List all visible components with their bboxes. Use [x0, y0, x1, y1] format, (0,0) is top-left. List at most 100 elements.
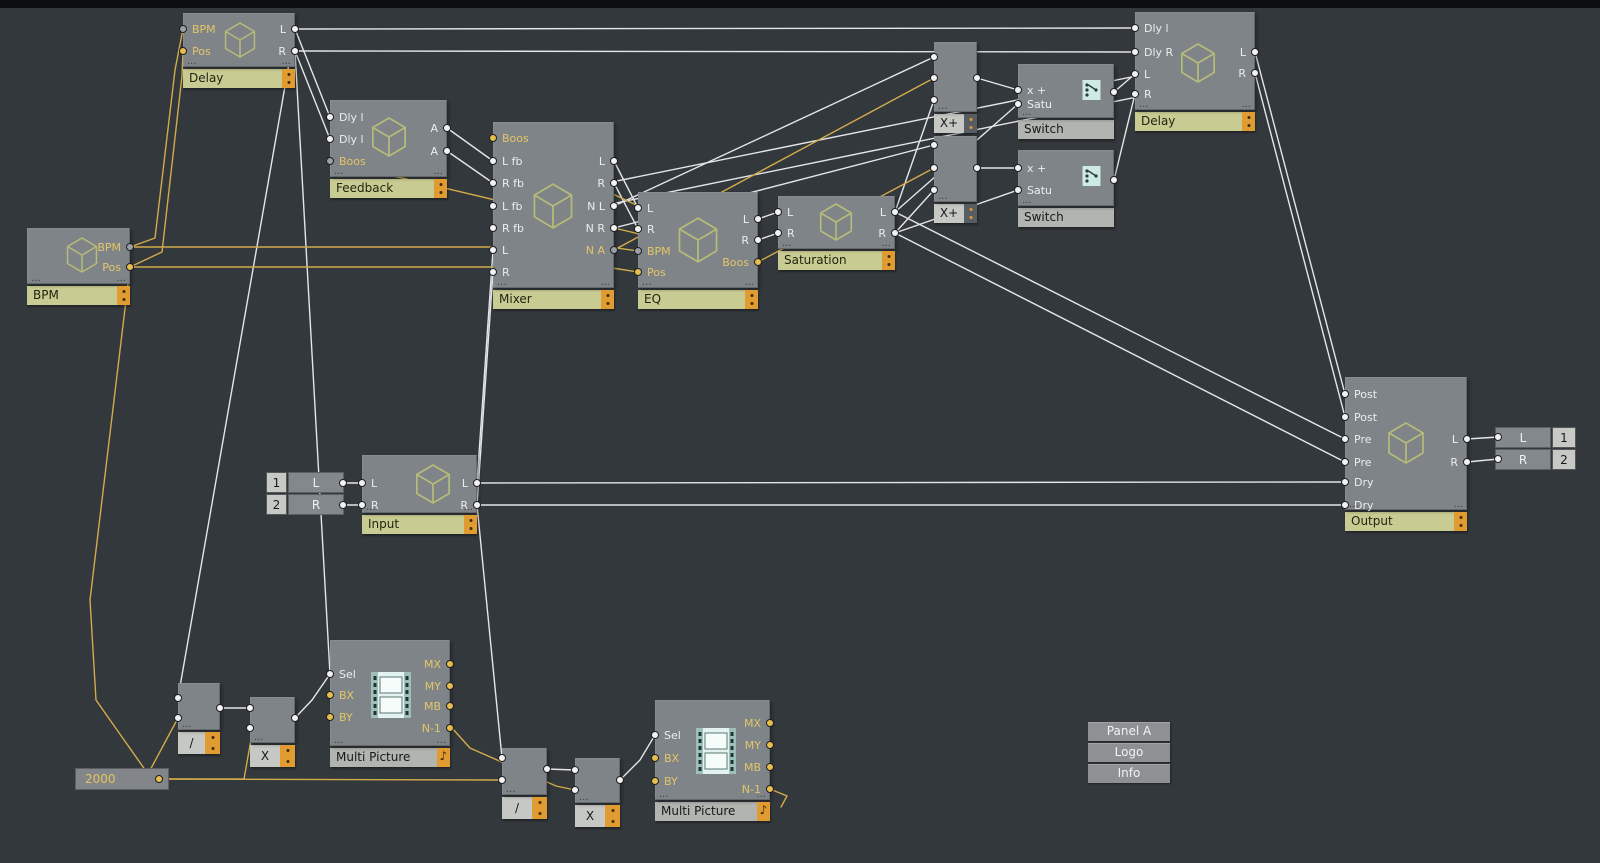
module-title-bar[interactable]: Saturation — [778, 251, 895, 270]
port-dot[interactable] — [891, 208, 899, 216]
module-body[interactable] — [178, 683, 220, 730]
port-pos-in[interactable]: Pos — [179, 45, 211, 57]
port-r-in[interactable]: R — [1131, 88, 1152, 100]
port-l-out[interactable]: L — [743, 213, 762, 225]
module-divide-1[interactable]: / — [178, 683, 220, 754]
port-n1-out[interactable]: N-1 — [742, 783, 774, 795]
module-input[interactable]: L R L R Input — [362, 455, 477, 534]
module-title-bar[interactable]: X — [575, 805, 620, 827]
port-dot[interactable] — [1494, 433, 1502, 441]
port-saturation-in[interactable]: Satu — [1014, 98, 1052, 110]
port-in-1[interactable] — [498, 752, 506, 764]
module-body[interactable] — [934, 136, 977, 202]
port-saturation-in[interactable]: Satu — [1014, 184, 1052, 196]
port-dot[interactable] — [651, 731, 659, 739]
port-dot[interactable] — [1014, 100, 1022, 108]
port-out[interactable] — [543, 763, 551, 775]
port-bpm-out[interactable]: BPM — [97, 241, 134, 253]
port-dot[interactable] — [155, 775, 163, 783]
port-r-in[interactable]: R — [489, 266, 510, 278]
port-l-out[interactable]: L — [1240, 46, 1259, 58]
port-boost-in[interactable]: Boos — [326, 155, 366, 167]
port-out[interactable] — [616, 774, 624, 786]
port-dot[interactable] — [326, 691, 334, 699]
port-in-2[interactable] — [246, 722, 254, 734]
port-boost-out[interactable]: Boos — [722, 256, 762, 268]
port-dot[interactable] — [326, 113, 334, 121]
port-l-out[interactable]: L — [1452, 433, 1471, 445]
port-l-out[interactable]: L — [880, 206, 899, 218]
port-dot[interactable] — [973, 164, 981, 172]
port-l-in[interactable]: L — [358, 477, 377, 489]
module-body[interactable]: Dly l Dly l Boos A A — [330, 100, 447, 177]
port-dot[interactable] — [651, 777, 659, 785]
port-my-out[interactable]: MY — [745, 739, 774, 751]
module-title-bar[interactable]: X+ — [934, 114, 977, 133]
port-pos-in[interactable]: Pos — [634, 266, 666, 278]
port-pre-r-in[interactable]: Pre — [1341, 456, 1372, 468]
port-dot[interactable] — [766, 719, 774, 727]
panel-a-button[interactable]: Panel A — [1088, 722, 1170, 741]
port-l-in[interactable]: L — [634, 202, 653, 214]
port-dot[interactable] — [443, 147, 451, 155]
port-r-in[interactable]: R — [634, 223, 655, 235]
port-dot[interactable] — [973, 74, 981, 82]
module-title-bar[interactable]: BPM — [27, 286, 130, 305]
port-dot[interactable] — [216, 704, 224, 712]
module-multi-picture-2[interactable]: Sel BX BY MX MY MB N-1 Multi Picture — [655, 700, 770, 821]
port-dot[interactable] — [634, 204, 642, 212]
port-in-2[interactable] — [930, 162, 938, 174]
port-dot[interactable] — [1014, 186, 1022, 194]
module-bpm[interactable]: BPM Pos BPM — [27, 228, 130, 305]
port-dot[interactable] — [1131, 70, 1139, 78]
port-in-1[interactable] — [571, 764, 579, 776]
module-mixer[interactable]: Boos L fb R fb L fb R fb L R L R N L N R… — [493, 122, 614, 309]
port-dot[interactable] — [754, 215, 762, 223]
module-xplus-2[interactable]: X+ — [934, 136, 977, 223]
port-dot[interactable] — [766, 785, 774, 793]
module-title-bar[interactable]: X+ — [934, 204, 977, 223]
port-dot[interactable] — [174, 694, 182, 702]
port-dot[interactable] — [543, 765, 551, 773]
port-dot[interactable] — [930, 53, 938, 61]
port-mx-out[interactable]: MX — [744, 717, 774, 729]
module-body[interactable] — [502, 748, 547, 795]
port-sel-in[interactable]: Sel — [651, 729, 681, 741]
module-divide-2[interactable]: / — [502, 748, 547, 819]
port-rfb2-in[interactable]: R fb — [489, 222, 524, 234]
port-dot[interactable] — [1341, 458, 1349, 466]
port-dot[interactable] — [1341, 413, 1349, 421]
module-body[interactable]: Post Post Pre Pre Dry Dry L R — [1345, 377, 1467, 510]
port-in-2[interactable] — [571, 784, 579, 796]
port-dot[interactable] — [1494, 455, 1502, 463]
port-by-in[interactable]: BY — [651, 775, 678, 787]
port-dot[interactable] — [1131, 48, 1139, 56]
port-dot[interactable] — [1110, 176, 1118, 184]
port-bx-in[interactable]: BX — [651, 752, 679, 764]
port-dot[interactable] — [754, 258, 762, 266]
port-my-out[interactable]: MY — [425, 680, 454, 692]
port-dot[interactable] — [339, 479, 347, 487]
module-multi-picture-1[interactable]: Sel BX BY MX MY MB N-1 Multi Picture — [330, 640, 450, 767]
port-bpm-in[interactable]: BPM — [634, 245, 671, 257]
module-body[interactable]: L R L R — [362, 455, 477, 513]
module-title-bar[interactable]: / — [502, 797, 547, 819]
port-dot[interactable] — [498, 754, 506, 762]
port-dot[interactable] — [930, 164, 938, 172]
module-body[interactable]: L R L R — [778, 196, 895, 249]
port-dot[interactable] — [1131, 24, 1139, 32]
port-dot[interactable] — [610, 179, 618, 187]
module-switch-1[interactable]: x + Satu Switch — [1018, 64, 1114, 139]
port-dot[interactable] — [1251, 69, 1259, 77]
port-dot[interactable] — [634, 225, 642, 233]
module-switch-2[interactable]: x + Satu Switch — [1018, 150, 1114, 227]
port-dot[interactable] — [930, 96, 938, 104]
port-dot[interactable] — [489, 268, 497, 276]
module-delay-2[interactable]: Dly l Dly R L R L R Delay — [1135, 12, 1255, 131]
port-rfb-in[interactable]: R fb — [489, 177, 524, 189]
port-dot[interactable] — [489, 246, 497, 254]
port-dot[interactable] — [1341, 390, 1349, 398]
port-dlyl-in[interactable]: Dly l — [1131, 22, 1169, 34]
module-eq[interactable]: L R BPM Pos L R Boos EQ — [638, 192, 758, 309]
port-l-in[interactable]: L — [1131, 68, 1150, 80]
